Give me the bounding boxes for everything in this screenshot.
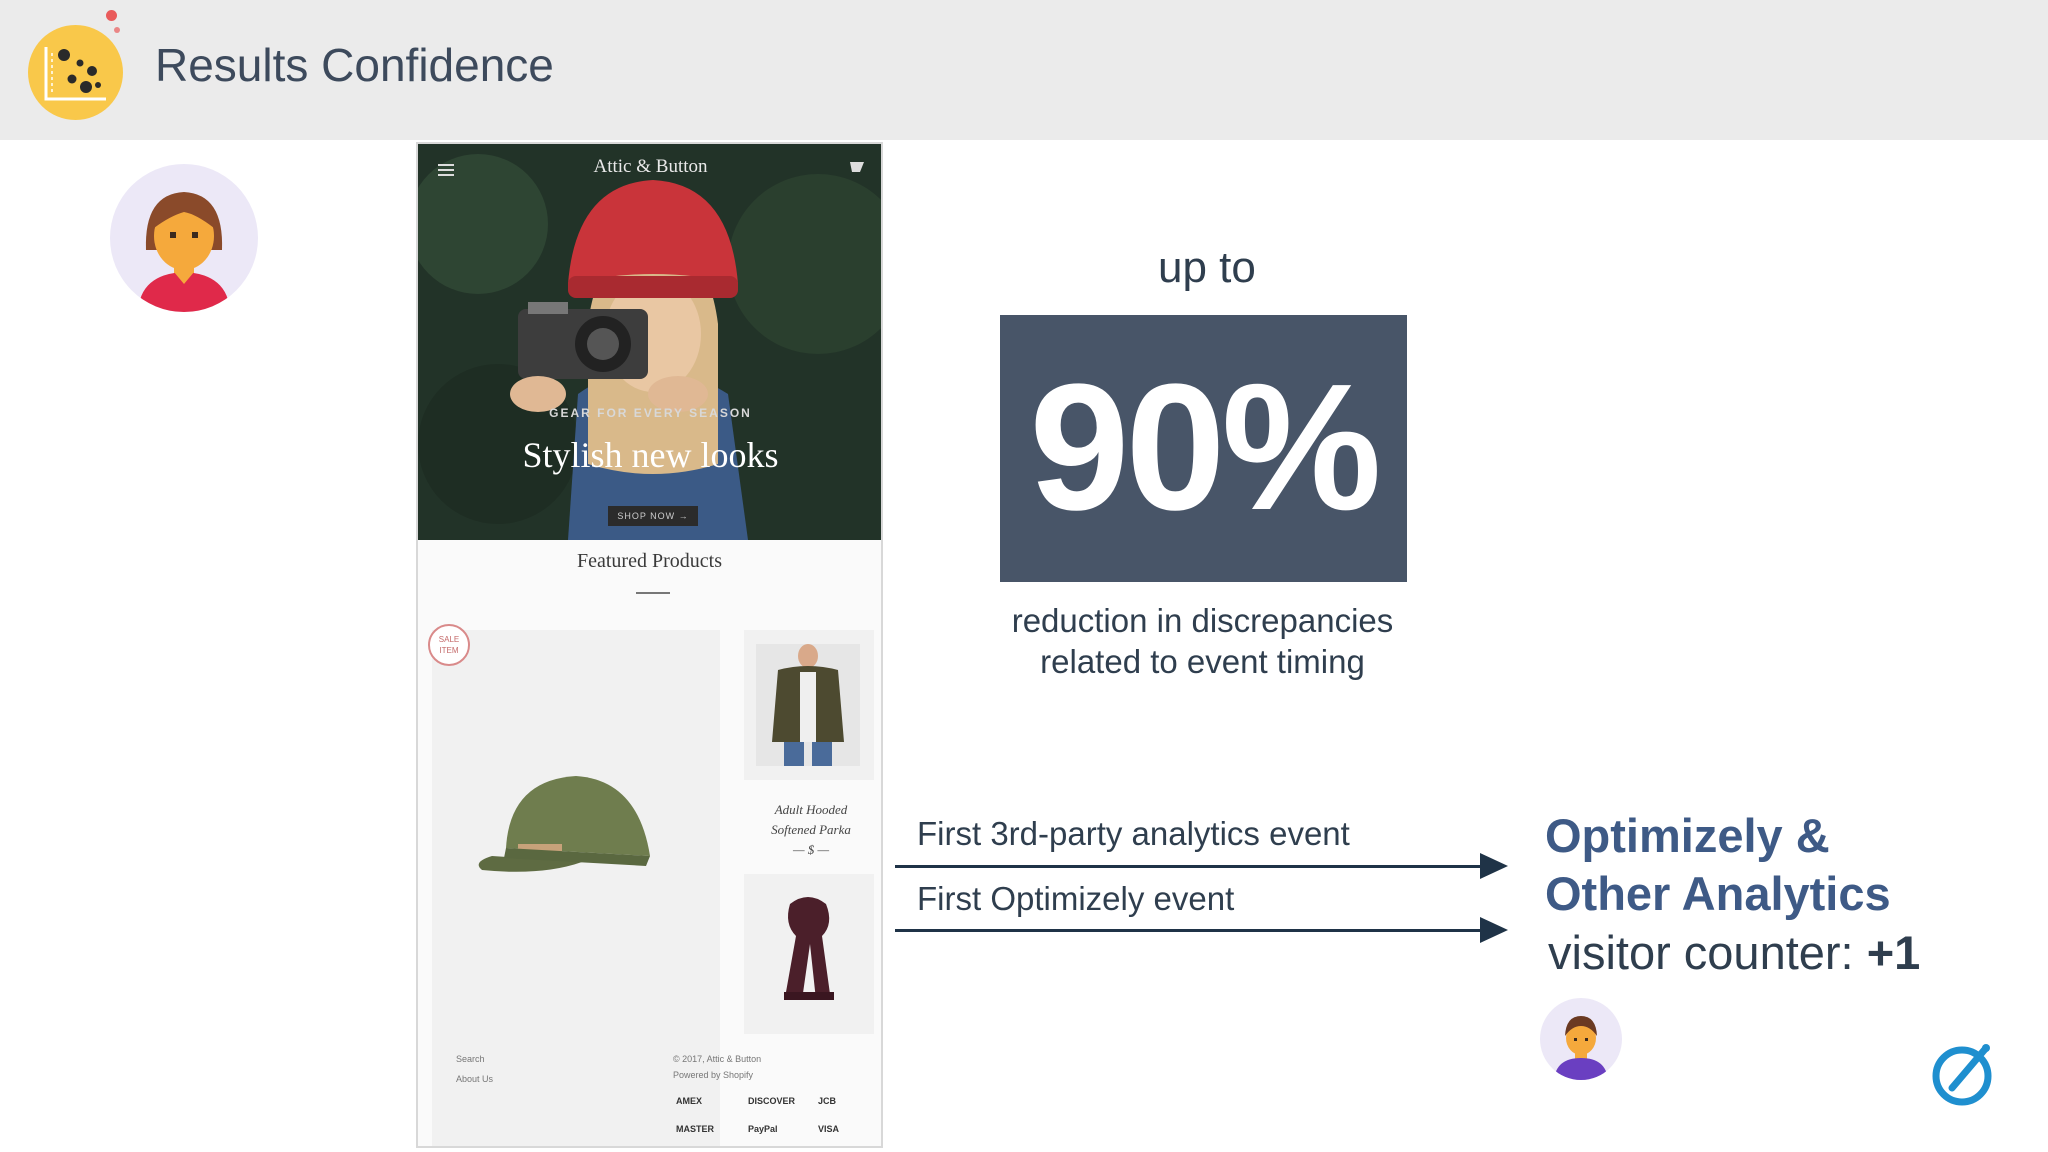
product-card-scarf [744, 874, 874, 1034]
event-label-third-party: First 3rd-party analytics event [917, 815, 1350, 852]
optimizely-logo-icon [1930, 1040, 1998, 1108]
product-name-line: Softened Parka [771, 822, 851, 837]
results-confidence-logo-icon [28, 25, 123, 120]
mobile-store-screenshot: Attic & Button GEAR FOR EVERY SEASON Sty… [416, 142, 883, 1148]
scarf-image [784, 897, 834, 1000]
decorative-dot [114, 27, 120, 33]
footer-powered-by: Powered by Shopify [673, 1070, 754, 1080]
sale-badge: SALE ITEM [428, 624, 470, 666]
payment-icon-amex: AMEX [676, 1096, 703, 1106]
payment-icon-jcb: JCB [818, 1096, 837, 1106]
product-name-line: Adult Hooded [774, 802, 848, 817]
payment-icon-paypal: PayPal [748, 1124, 778, 1134]
hero-headline: Stylish new looks [522, 435, 779, 475]
product-name-parka: Adult Hooded Softened Parka — $ — [746, 800, 876, 860]
arrow-right-icon [1480, 917, 1508, 943]
footer-copyright: © 2017, Attic & Button [673, 1054, 762, 1064]
arrow-right-icon [1480, 853, 1508, 879]
stat-caption: reduction in discrepancies related to ev… [980, 600, 1425, 682]
stat-caption-line: related to event timing [1040, 643, 1365, 680]
stat-value: 90% [1029, 347, 1381, 548]
featured-products-heading: Featured Products [577, 550, 722, 572]
page-title: Results Confidence [155, 39, 554, 91]
arrow-line [895, 865, 1485, 868]
payment-icon-visa: VISA [818, 1124, 840, 1134]
hero-banner: Attic & Button GEAR FOR EVERY SEASON Sty… [418, 144, 881, 540]
divider [636, 592, 670, 594]
arrow-line [895, 929, 1485, 932]
stat-prefix: up to [1158, 243, 1256, 292]
visitor-avatar-female [110, 164, 258, 312]
footer-link-search: Search [456, 1054, 485, 1064]
hero-subtitle: GEAR FOR EVERY SEASON [549, 406, 752, 420]
visitor-counter: visitor counter: +1 [1548, 925, 1920, 980]
stat-caption-line: reduction in discrepancies [1011, 602, 1394, 639]
shop-now-button: SHOP NOW → [608, 506, 698, 526]
result-title-line: Optimizely & [1545, 809, 1830, 862]
product-price: — $ — [792, 842, 830, 857]
slide-header: Results Confidence [0, 0, 2048, 140]
parka-image [756, 644, 860, 766]
product-card-parka [744, 630, 874, 780]
visitor-counter-label: visitor counter: [1548, 926, 1854, 979]
event-label-optimizely: First Optimizely event [917, 880, 1235, 917]
footer-link-about: About Us [456, 1074, 494, 1084]
payment-icon-discover: DISCOVER [748, 1096, 796, 1106]
visitor-counter-value: +1 [1866, 926, 1921, 979]
result-title-line: Other Analytics [1545, 867, 1891, 920]
decorative-dot [106, 10, 117, 21]
stat-box: 90% [1000, 315, 1407, 582]
store-name: Attic & Button [593, 156, 708, 177]
payment-icon-master: MASTER [676, 1124, 714, 1134]
visitor-avatar-male [1540, 998, 1622, 1080]
